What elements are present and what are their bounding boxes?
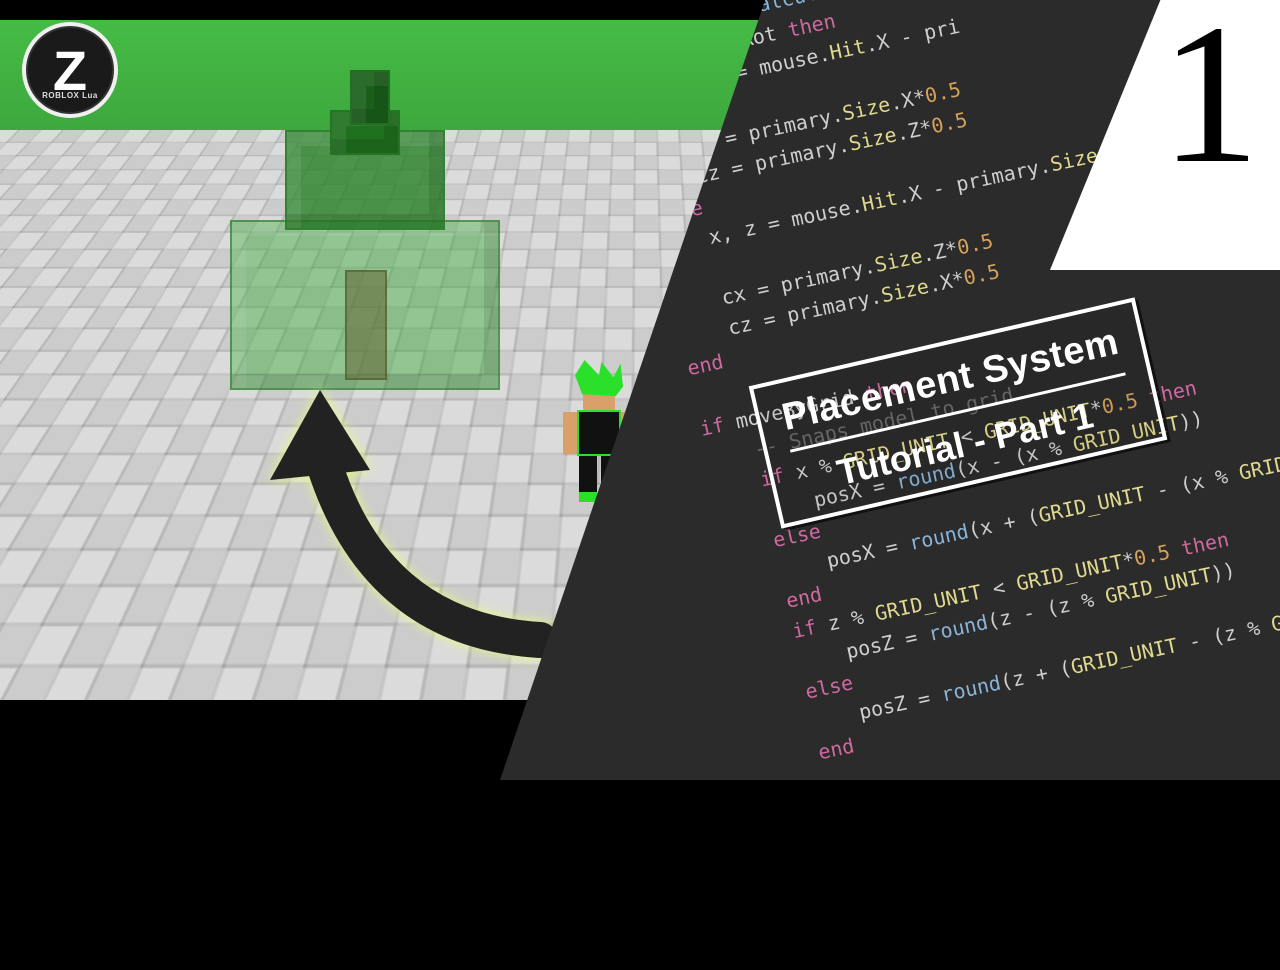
part-number: 1 xyxy=(1160,0,1260,209)
channel-logo: Z ROBLOX Lua xyxy=(22,22,118,118)
curved-arrow-icon xyxy=(250,370,570,670)
placement-ghost-model xyxy=(230,70,500,370)
logo-subtitle: ROBLOX Lua xyxy=(42,91,98,100)
